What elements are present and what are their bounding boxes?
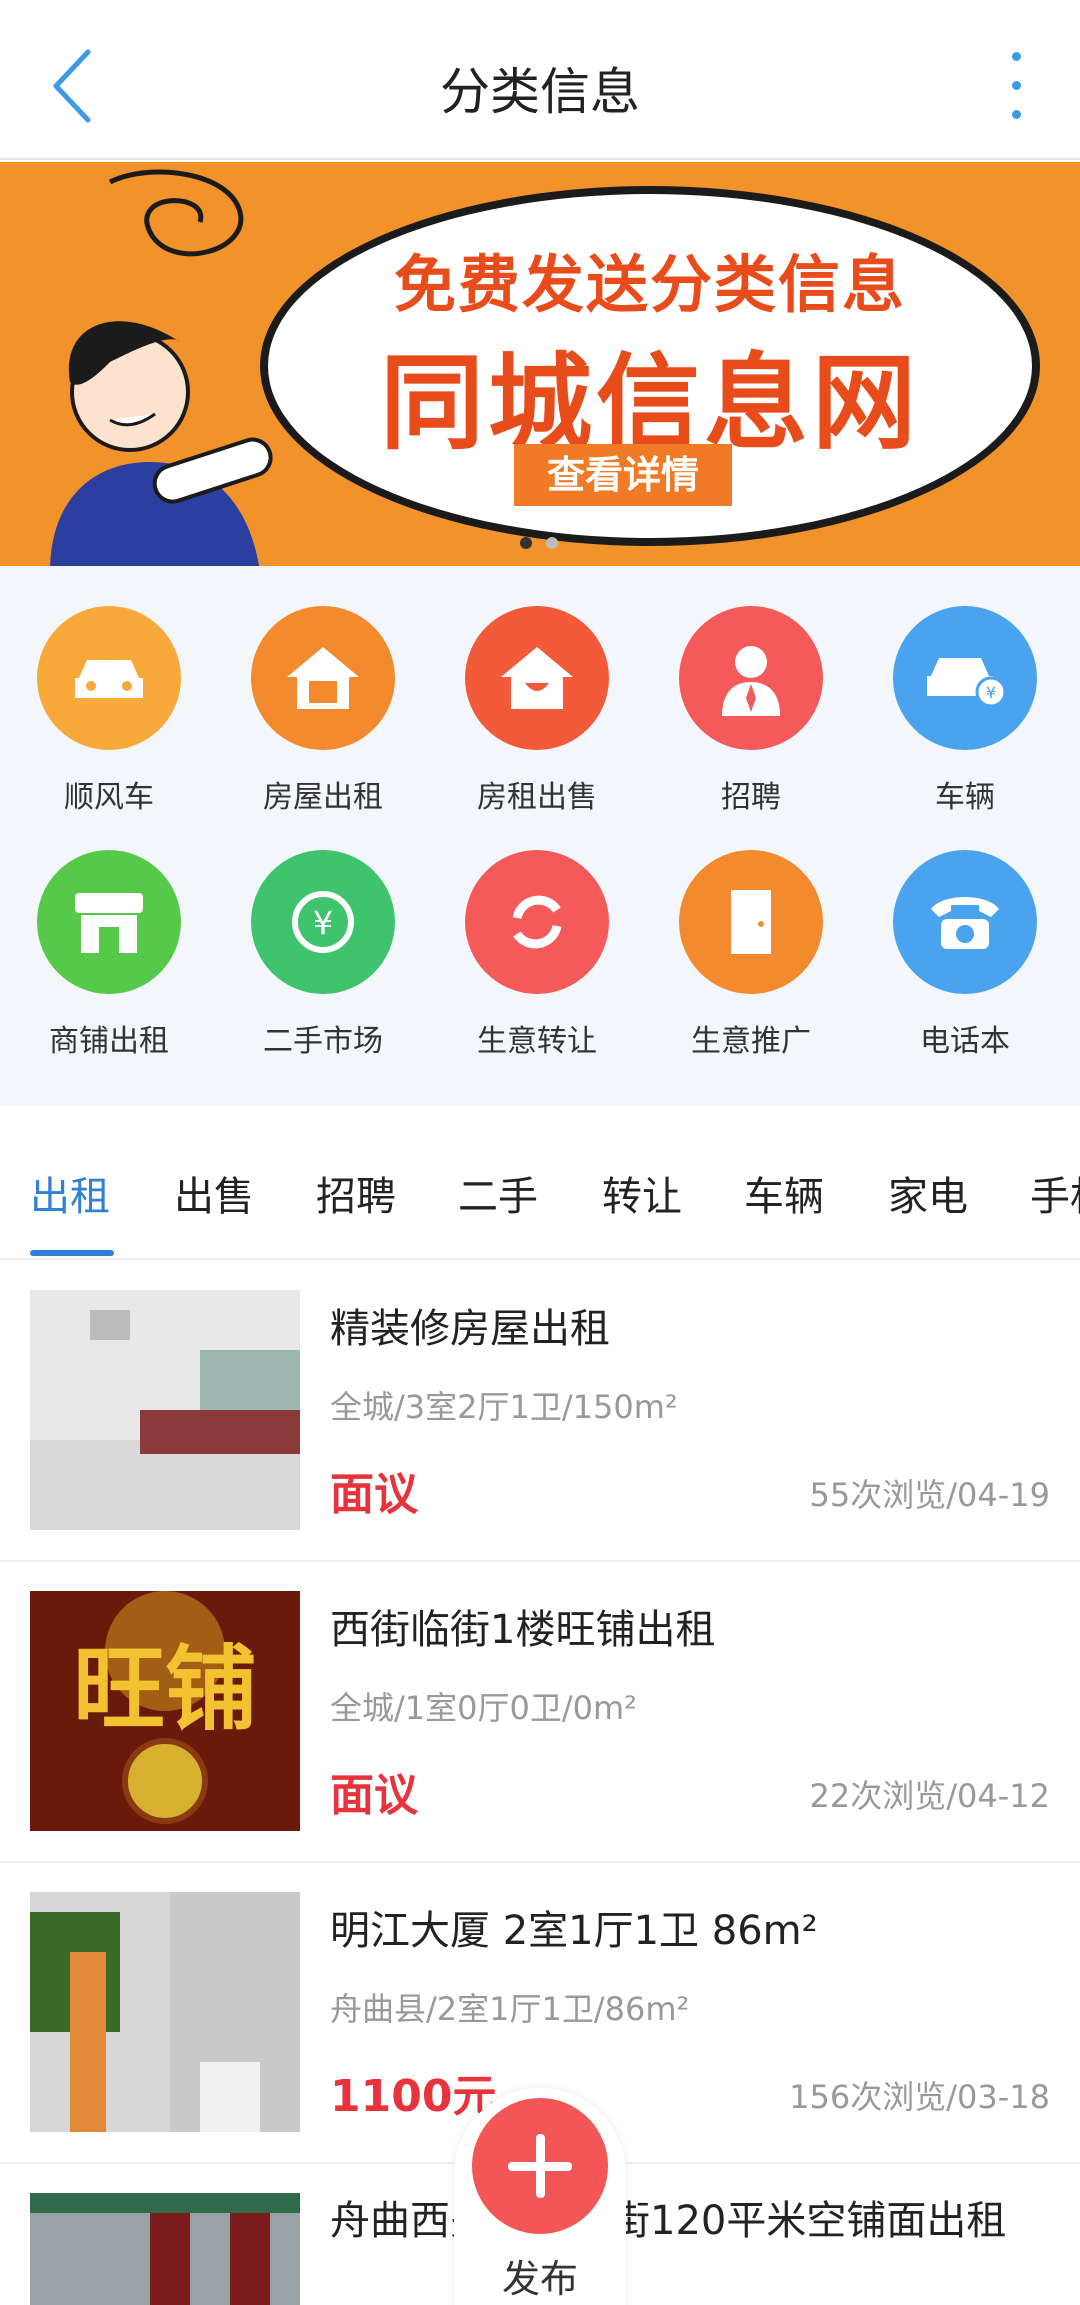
listing-meta: 全城/3室2厅1卫/150m² [330, 1388, 678, 1426]
category-business-transfer[interactable]: 生意转让 [442, 850, 632, 1070]
category-label: 房租出售 [477, 780, 597, 815]
tab-vehicle[interactable]: 车辆 [744, 1164, 824, 1222]
recruit-person-icon [679, 606, 823, 750]
tab-sale[interactable]: 出售 [174, 1164, 254, 1222]
door-icon [679, 850, 823, 994]
listing-stats: 22次浏览/04-12 [809, 1777, 1051, 1815]
yen-cycle-icon: ¥ [251, 850, 395, 994]
tab-second-hand[interactable]: 二手 [458, 1164, 538, 1222]
tab-rent[interactable]: 出租 [30, 1164, 110, 1222]
transfer-icon [465, 850, 609, 994]
carousel-dots [520, 534, 572, 553]
scribble-decoration-icon [108, 169, 244, 257]
cartoon-person-icon [50, 321, 273, 566]
category-recruit[interactable]: 招聘 [656, 606, 846, 826]
listing-meta: 舟曲县/2室1厅1卫/86m² [330, 1990, 690, 2028]
house-rent-icon [251, 606, 395, 750]
listing-thumbnail: 旺铺 [30, 1591, 300, 1831]
tab-recruit[interactable]: 招聘 [316, 1164, 396, 1222]
car-price-icon: ¥ [893, 606, 1037, 750]
top-bar: 分类信息 [0, 0, 1080, 160]
category-label: 生意推广 [691, 1024, 811, 1059]
category-label: 顺风车 [64, 780, 154, 815]
listing-thumbnail [30, 2193, 300, 2305]
tab-appliance[interactable]: 家电 [888, 1164, 968, 1222]
active-tab-indicator [30, 1250, 114, 1256]
tab-transfer[interactable]: 转让 [602, 1164, 682, 1222]
list-item[interactable]: 旺铺 西街临街1楼旺铺出租 全城/1室0厅0卫/0m² 面议 22次浏览/04-… [0, 1563, 1080, 1863]
publish-label: 发布 [501, 2257, 578, 2301]
category-tabs: 出租 出售 招聘 二手 转让 车辆 家电 手机 [0, 1106, 1080, 1260]
page-title: 分类信息 [440, 63, 640, 121]
category-label: 商铺出租 [49, 1024, 169, 1059]
listing-title: 西街临街1楼旺铺出租 [330, 1607, 716, 1653]
more-vertical-icon[interactable] [1004, 52, 1028, 122]
listing-title: 舟曲西关二楼临街120平米空铺面出租 [330, 2198, 1007, 2244]
listing-meta: 全城/1室0厅0卫/0m² [330, 1689, 638, 1727]
plus-icon[interactable] [472, 2098, 608, 2234]
svg-text:¥: ¥ [986, 683, 996, 702]
listing-title: 明江大厦 2室1厅1卫 86m² [330, 1908, 818, 1954]
listing-thumbnail [30, 1892, 300, 2132]
category-label: 生意转让 [477, 1024, 597, 1059]
svg-text:¥: ¥ [313, 904, 333, 942]
banner-line1: 免费发送分类信息 [393, 248, 906, 321]
category-label: 房屋出租 [263, 780, 383, 815]
category-label: 车辆 [935, 780, 995, 815]
listing-thumbnail [30, 1290, 300, 1530]
tab-phone[interactable]: 手机 [1030, 1164, 1080, 1222]
shop-icon [37, 850, 181, 994]
listing-price: 面议 [330, 1469, 418, 1520]
category-house-sale[interactable]: 房租出售 [442, 606, 632, 826]
category-phonebook[interactable]: 电话本 [870, 850, 1060, 1070]
category-carpool[interactable]: 顺风车 [14, 606, 204, 826]
category-label: 电话本 [920, 1024, 1010, 1059]
svg-text:旺铺: 旺铺 [73, 1636, 257, 1743]
house-icon [465, 606, 609, 750]
category-label: 招聘 [721, 780, 781, 815]
banner-details-button[interactable]: 查看详情 [514, 444, 732, 506]
category-vehicle[interactable]: ¥ 车辆 [870, 606, 1060, 826]
publish-fab[interactable]: 发布 [454, 2068, 626, 2305]
category-shop-rent[interactable]: 商铺出租 [14, 850, 204, 1070]
category-house-rent[interactable]: 房屋出租 [228, 606, 418, 826]
category-label: 二手市场 [263, 1024, 383, 1059]
car-icon [37, 606, 181, 750]
listing-price: 面议 [330, 1770, 418, 1821]
phone-icon [893, 850, 1037, 994]
listing-stats: 156次浏览/03-18 [789, 2078, 1050, 2116]
listing-title: 精装修房屋出租 [330, 1306, 610, 1352]
category-second-hand[interactable]: ¥ 二手市场 [228, 850, 418, 1070]
list-item[interactable]: 精装修房屋出租 全城/3室2厅1卫/150m² 面议 55次浏览/04-19 [0, 1262, 1080, 1562]
promo-banner[interactable]: 免费发送分类信息 同城信息网 查看详情 [0, 162, 1080, 566]
listing-stats: 55次浏览/04-19 [809, 1476, 1051, 1514]
category-grid: 顺风车 房屋出租 房租出售 招聘 ¥ 车辆 商铺出租 ¥ 二手市场 生意转让 生… [0, 566, 1080, 1106]
category-business-promo[interactable]: 生意推广 [656, 850, 846, 1070]
